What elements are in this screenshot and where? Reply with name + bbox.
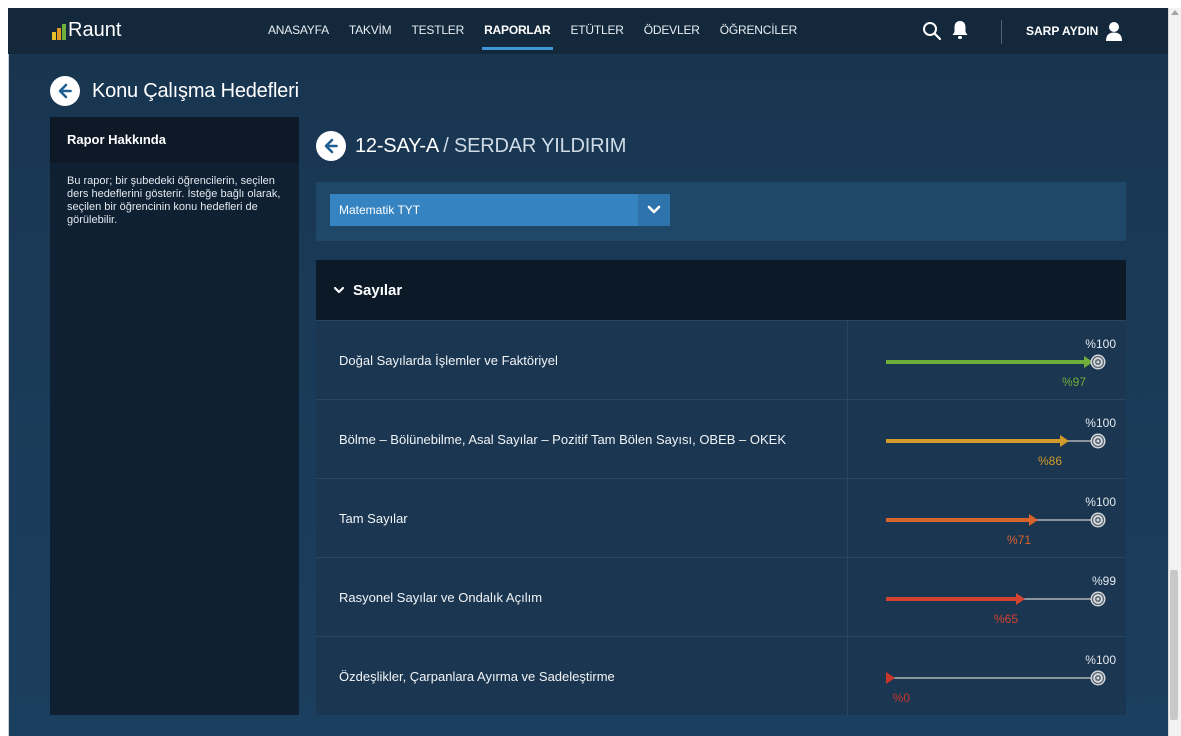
topic-row: Doğal Sayılarda İşlemler ve Faktöriyel %1… [316,320,1126,399]
target-percent: %100 [1085,416,1116,430]
topic-row: Özdeşlikler, Çarpanlara Ayırma ve Sadele… [316,636,1126,715]
target-percent: %99 [1091,574,1116,588]
progress-arrow-icon [1029,514,1038,526]
progress-arrow-icon [1016,593,1025,605]
filter-bar: Matematik TYT [316,182,1126,241]
target-percent: %100 [1085,337,1116,351]
arrow-left-icon [58,83,72,99]
progress-chart: %100 %0 [848,637,1126,715]
topic-name: Özdeşlikler, Çarpanlara Ayırma ve Sadele… [316,637,848,715]
back-button[interactable] [50,76,80,106]
logo-text: Raunt [68,19,122,41]
nav-ogrenciler[interactable]: ÖĞRENCİLER [710,8,807,54]
section-title: Sayılar [353,281,403,299]
bell-icon[interactable] [950,19,970,41]
topic-name: Bölme – Bölünebilme, Asal Sayılar – Pozi… [316,400,848,478]
progress-chart: %100 %86 [848,400,1126,478]
progress-track [886,677,1098,679]
logo-bars-icon [52,24,66,40]
topic-list: Doğal Sayılarda İşlemler ve Faktöriyel %1… [316,320,1126,715]
progress-chart: %100 %71 [848,479,1126,557]
topic-row: Tam Sayılar %100 %71 [316,478,1126,557]
top-navbar: Raunt ANASAYFA TAKVİM TESTLER RAPORLAR E… [8,8,1168,54]
target-icon [1090,433,1106,449]
topic-name: Tam Sayılar [316,479,848,557]
subject-select-value: Matematik TYT [339,203,421,217]
page-title: Konu Çalışma Hedefleri [92,79,299,102]
actual-percent: %0 [892,691,910,705]
progress-fill [886,597,1016,601]
nav-anasayfa[interactable]: ANASAYFA [258,8,339,54]
topic-row: Bölme – Bölünebilme, Asal Sayılar – Pozi… [316,399,1126,478]
progress-fill [886,439,1060,443]
about-panel: Rapor Hakkında Bu rapor; bir şubedeki öğ… [50,117,299,715]
target-icon [1090,512,1106,528]
progress-fill [886,518,1029,522]
progress-chart: %100 %97 [848,321,1126,399]
topic-name: Rasyonel Sayılar ve Ondalık Açılım [316,558,848,636]
progress-chart: %99 %65 [848,558,1126,636]
nav-divider [1001,20,1002,44]
actual-percent: %97 [1061,375,1086,389]
nav-etutler[interactable]: ETÜTLER [561,8,634,54]
progress-arrow-icon [1060,435,1069,447]
chevron-down-icon [333,286,345,294]
user-name[interactable]: SARP AYDIN [1026,8,1098,54]
report-header: 12-SAY-A / SERDAR YILDIRIM [316,131,626,161]
nav-takvim[interactable]: TAKVİM [339,8,402,54]
nav-testler[interactable]: TESTLER [401,8,474,54]
target-icon [1090,591,1106,607]
chevron-down-icon[interactable] [638,194,670,226]
arrow-left-icon [324,138,338,154]
progress-fill [886,360,1084,364]
student-name: SERDAR YILDIRIM [453,134,627,157]
target-percent: %100 [1085,495,1116,509]
about-title: Rapor Hakkında [50,117,299,163]
actual-percent: %71 [1006,533,1031,547]
scrollbar-thumb[interactable] [1170,570,1178,720]
about-text: Bu rapor; bir şubedeki öğrencilerin, seç… [67,175,281,226]
search-icon[interactable] [922,21,942,41]
scroll-up-arrow-icon[interactable] [1171,10,1179,15]
back-to-class-button[interactable] [316,131,346,161]
section-header[interactable]: Sayılar [316,260,1126,320]
page-title-row: Konu Çalışma Hedefleri [50,76,299,106]
target-percent: %100 [1085,653,1116,667]
nav-raporlar[interactable]: RAPORLAR [474,8,560,54]
progress-arrow-icon [886,672,895,684]
target-icon [1090,670,1106,686]
actual-percent: %86 [1037,454,1062,468]
nav-odevler[interactable]: ÖDEVLER [634,8,710,54]
topic-name: Doğal Sayılarda İşlemler ve Faktöriyel [316,321,848,399]
report-title: 12-SAY-A / SERDAR YILDIRIM [355,135,626,158]
user-icon[interactable] [1104,20,1124,42]
target-icon [1090,354,1106,370]
actual-percent: %65 [993,612,1018,626]
logo[interactable]: Raunt [52,20,121,40]
topic-section: Sayılar Doğal Sayılarda İşlemler ve Fakt… [316,260,1126,715]
subject-select[interactable]: Matematik TYT [330,194,670,226]
main-menu: ANASAYFA TAKVİM TESTLER RAPORLAR ETÜTLER… [258,8,807,54]
topic-row: Rasyonel Sayılar ve Ondalık Açılım %99 %65 [316,557,1126,636]
title-separator: / [437,134,454,157]
class-name: 12-SAY-A [355,134,438,157]
